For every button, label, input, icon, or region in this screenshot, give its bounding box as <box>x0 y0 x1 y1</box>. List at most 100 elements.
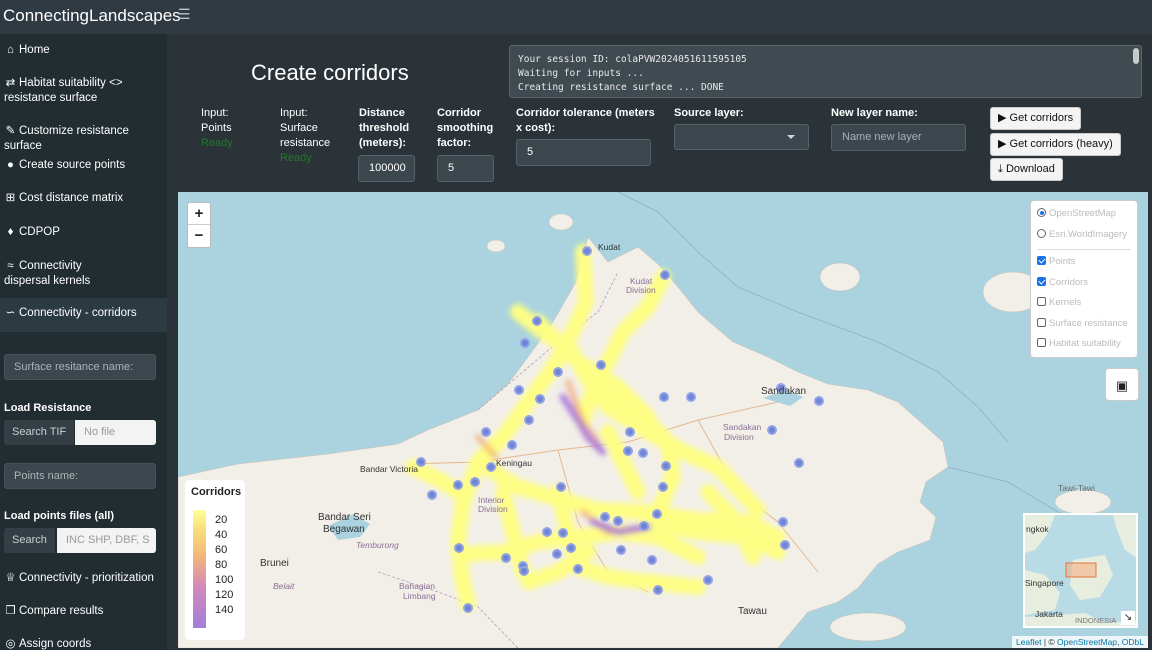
network-icon: ∽ <box>5 307 16 319</box>
corridor-tolerance-label: Corridor tolerance (meters x cost): <box>516 106 655 136</box>
radio-selected-icon[interactable] <box>1037 208 1046 217</box>
sidebar-item-connectivity-prioritization[interactable]: ♕ Connectivity - prioritization <box>0 571 167 586</box>
checkbox-icon[interactable] <box>1037 317 1046 327</box>
checkbox-checked-icon[interactable] <box>1037 276 1046 286</box>
leaflet-map[interactable]: Kudat Kudat Division Sandakan Sandakan D… <box>178 192 1148 648</box>
label-line: smoothing <box>437 122 494 134</box>
source-point <box>552 549 562 559</box>
zoom-in-button[interactable]: + <box>188 203 210 225</box>
sidebar-item-label: Assign coords <box>19 638 92 650</box>
overlay-surface-resistance[interactable]: Surface resistance <box>1037 316 1131 337</box>
points-file-input: Search INC SHP, DBF, S <box>4 528 156 553</box>
draw-rectangle-button[interactable]: ▣ <box>1105 368 1139 401</box>
page-title: Create corridors <box>251 60 409 85</box>
sidebar-item-home[interactable]: ⌂ Home <box>0 43 167 58</box>
source-point <box>638 448 648 458</box>
sidebar-item-label: CDPOP <box>19 226 60 238</box>
label-line: Points <box>201 122 232 134</box>
source-point <box>625 427 635 437</box>
sidebar-item-label: Connectivity - prioritization <box>19 572 154 584</box>
place-label: Division <box>626 285 656 295</box>
resistance-browse-button[interactable]: Search TIF <box>4 420 75 445</box>
legend-tick: 140 <box>215 604 234 616</box>
radio-icon[interactable] <box>1037 228 1046 238</box>
base-layer-esri[interactable]: Esri.WorldImagery <box>1037 227 1131 248</box>
points-browse-button[interactable]: Search <box>4 528 55 553</box>
sidebar-item-cost-distance-matrix[interactable]: ⊞ Cost distance matrix <box>0 191 167 206</box>
checkbox-icon[interactable] <box>1037 297 1046 306</box>
surface-resistance-name-input[interactable]: Surface resitance name: <box>4 354 156 380</box>
place-label: Sandakan <box>761 386 807 397</box>
label-line: factor: <box>437 137 472 149</box>
base-layer-openstreetmap[interactable]: OpenStreetMap <box>1037 206 1131 227</box>
overlay-kernels[interactable]: Kernels <box>1037 295 1131 316</box>
overlay-corridors[interactable]: Corridors <box>1037 275 1131 296</box>
menu-toggle-icon[interactable]: ☰ <box>178 6 191 23</box>
resistance-file-field[interactable]: No file <box>75 420 156 445</box>
odbl-link[interactable]: ODbL <box>1122 637 1144 647</box>
source-point <box>566 543 576 553</box>
session-console[interactable]: Your session ID: colaPVW2024051611595105… <box>509 45 1142 98</box>
points-file-field[interactable]: INC SHP, DBF, S <box>57 528 156 553</box>
resistance-file-input: Search TIF No file <box>4 420 156 445</box>
source-point <box>542 527 552 537</box>
load-points-label: Load points files (all) <box>4 510 115 522</box>
sidebar-item-label: Cost distance matrix <box>19 192 124 204</box>
checkbox-checked-icon[interactable] <box>1037 256 1046 265</box>
sidebar-item-create-source-points[interactable]: ● Create source points <box>0 158 167 173</box>
download-button[interactable]: ⤓ Download <box>990 158 1063 181</box>
sidebar-item-connectivity-corridors[interactable]: ∽ Connectivity - corridors <box>0 298 167 332</box>
source-point <box>767 425 777 435</box>
legend-colorbar <box>193 510 206 628</box>
sidebar-item-assign-coords[interactable]: ◎ Assign coords <box>0 637 167 650</box>
source-point <box>814 396 824 406</box>
console-scrollbar[interactable] <box>1133 48 1139 64</box>
input-points-status: Ready <box>201 137 233 149</box>
source-point <box>660 270 670 280</box>
source-point <box>553 367 563 377</box>
minimap[interactable]: ngkok Singapore Jakarta INDONESIA ↘ <box>1023 513 1138 628</box>
island <box>819 262 861 292</box>
console-line: Your session ID: colaPVW2024051611595105 <box>518 54 747 65</box>
exchange-icon: ⇄ <box>5 77 16 89</box>
sidebar: ⌂ Home ⇄ Habitat suitability <> resistance… <box>0 34 167 650</box>
sidebar-item-habitat-suitability[interactable]: ⇄ Habitat suitability <> resistance surfa… <box>0 76 167 106</box>
source-point <box>600 512 610 522</box>
zoom-out-button[interactable]: − <box>188 225 210 247</box>
source-point <box>520 338 530 348</box>
get-corridors-heavy-button[interactable]: ▶ Get corridors (heavy) <box>990 133 1121 156</box>
source-point <box>582 246 592 256</box>
place-label: Limbang <box>403 591 436 601</box>
leaflet-link[interactable]: Leaflet <box>1016 637 1042 647</box>
sidebar-item-compare-results[interactable]: ❐ Compare results <box>0 604 167 619</box>
minimap-toggle-icon[interactable]: ↘ <box>1121 611 1135 625</box>
smoothing-factor-input[interactable]: 5 <box>437 155 494 182</box>
new-layer-name-input[interactable]: Name new layer <box>831 124 966 151</box>
get-corridors-button[interactable]: ▶ Get corridors <box>990 107 1082 130</box>
overlay-points[interactable]: Points <box>1037 254 1131 275</box>
sidebar-item-cdpop[interactable]: ♦ CDPOP <box>0 225 167 240</box>
globe-icon: ◎ <box>5 638 16 650</box>
layer-divider <box>1037 249 1131 250</box>
place-label: Belait <box>273 581 295 591</box>
place-label: Begawan <box>323 524 365 535</box>
sidebar-item-customize-resistance[interactable]: ✎ Customize resistance surface <box>0 124 167 154</box>
sidebar-item-label: Habitat suitability <> resistance surfac… <box>4 77 123 104</box>
source-layer-select[interactable] <box>674 124 809 150</box>
square-icon: ▣ <box>1115 378 1129 393</box>
label-line: Corridor <box>437 107 481 119</box>
legend-tick: 120 <box>215 589 234 601</box>
distance-threshold-input[interactable]: 100000 <box>358 155 415 182</box>
island <box>548 213 574 231</box>
points-name-input[interactable]: Points name: <box>4 463 156 489</box>
smoothing-factor-label: Corridor smoothing factor: <box>437 106 493 151</box>
sidebar-item-connectivity-kernels[interactable]: ≈ Connectivity dispersal kernels <box>0 259 110 289</box>
legend-tick: 20 <box>215 514 228 526</box>
overlay-habitat-suitability[interactable]: Habitat suitability <box>1037 336 1131 357</box>
sidebar-item-label: Create source points <box>19 159 126 171</box>
checkbox-icon[interactable] <box>1037 338 1046 347</box>
source-point <box>524 415 534 425</box>
trophy-icon: ♕ <box>5 572 16 584</box>
osm-link[interactable]: OpenStreetMap <box>1057 637 1117 647</box>
corridor-tolerance-input[interactable]: 5 <box>516 139 651 166</box>
